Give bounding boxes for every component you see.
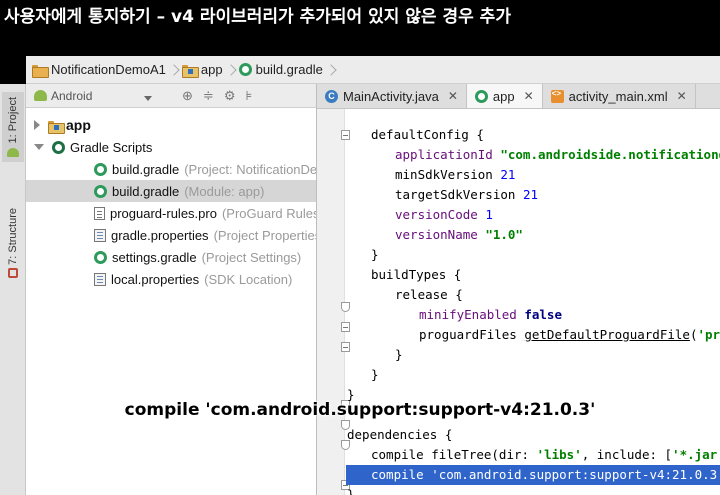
expand-arrow-icon[interactable] (34, 120, 40, 130)
project-view-select[interactable]: Android (26, 89, 158, 103)
tree-item-hint: (SDK Location) (204, 271, 293, 287)
project-toolbar: Android ⊕ ≑ ⚙ ⊧ (26, 84, 316, 108)
hide-icon[interactable]: ⊧ (245, 88, 252, 104)
module-folder-icon (181, 64, 199, 78)
tree-item-label: settings.gradle (112, 249, 197, 265)
code-line: minSdkVersion 21 (395, 167, 516, 182)
android-icon (34, 90, 47, 101)
navigation-breadcrumb: NotificationDemoA1 app build.gradle (26, 56, 720, 84)
tree-item-gradle-scripts[interactable]: Gradle Scripts (26, 136, 316, 158)
gradle-icon (52, 140, 65, 154)
video-caption-title: 사용자에게 통지하기 – v4 라이브러리가 추가되어 있지 않은 경우 추가 (0, 0, 720, 34)
structure-icon (8, 268, 18, 279)
side-tab-project[interactable]: 1: Project (2, 92, 24, 162)
close-icon[interactable]: ✕ (524, 89, 534, 103)
code-line: } (347, 487, 355, 495)
gear-icon[interactable]: ⚙ (224, 88, 236, 104)
properties-file-icon (94, 272, 106, 286)
code-line: targetSdkVersion 21 (395, 187, 538, 202)
tree-item-hint: (Project Properties) (213, 227, 316, 243)
close-icon[interactable]: ✕ (448, 89, 458, 103)
code-line: defaultConfig { (371, 127, 484, 142)
collapse-icon[interactable]: ≑ (203, 88, 214, 104)
tree-item-local-properties[interactable]: local.properties (SDK Location) (26, 268, 316, 290)
code-line-selected: compile 'com.android.support:support-v4:… (346, 465, 720, 485)
code-line: compile fileTree(dir: 'libs', include: [… (371, 447, 720, 462)
tree-item-build-gradle-module[interactable]: build.gradle (Module: app) (26, 180, 316, 202)
breadcrumb-file[interactable]: build.gradle (238, 62, 339, 77)
android-icon (7, 147, 19, 157)
tab-label: app (492, 88, 515, 104)
tree-item-hint: (Project: NotificationDem (184, 161, 316, 177)
tree-item-label: Gradle Scripts (70, 139, 153, 155)
tree-item-gradle-properties[interactable]: gradle.properties (Project Properties) (26, 224, 316, 246)
breadcrumb-project[interactable]: NotificationDemoA1 (32, 62, 182, 78)
text-file-icon (94, 206, 105, 220)
tab-main-activity[interactable]: C MainActivity.java ✕ (317, 84, 467, 108)
tool-window-strip: 1: Project 7: Structure (0, 84, 26, 495)
code-editor[interactable]: defaultConfig { applicationId "com.andro… (317, 109, 720, 495)
code-line: versionCode 1 (395, 207, 493, 222)
code-line: } (371, 247, 379, 262)
tree-item-label: proguard-rules.pro (110, 205, 217, 221)
android-studio-window: NotificationDemoA1 app build.gradle 1: P… (0, 56, 720, 495)
tree-item-label: app (66, 117, 91, 133)
breadcrumb-project-label: NotificationDemoA1 (51, 62, 166, 77)
code-line: versionName "1.0" (395, 227, 523, 242)
close-icon[interactable]: ✕ (677, 89, 687, 103)
project-tree: app Gradle Scripts build.gradle (Project… (26, 108, 316, 495)
collapse-arrow-icon[interactable] (34, 144, 44, 150)
tab-label: MainActivity.java (343, 88, 439, 104)
java-class-icon: C (325, 89, 338, 103)
editor-tab-bar: C MainActivity.java ✕ app ✕ activity_mai… (317, 84, 720, 109)
tree-item-settings-gradle[interactable]: settings.gradle (Project Settings) (26, 246, 316, 268)
side-tab-structure[interactable]: 7: Structure (2, 204, 24, 282)
tree-item-label: build.gradle (112, 183, 180, 199)
project-folder-icon (32, 64, 49, 78)
breadcrumb-module[interactable]: app (181, 62, 239, 78)
code-line: minifyEnabled false (419, 307, 562, 322)
side-tab-project-label: 1: Project (7, 97, 19, 144)
gradle-file-icon (238, 63, 252, 76)
tab-label: activity_main.xml (568, 88, 668, 104)
xml-file-icon (550, 89, 564, 103)
project-view-label: Android (51, 88, 93, 103)
tree-item-label: gradle.properties (111, 227, 209, 243)
gradle-file-icon (474, 89, 488, 103)
code-line: buildTypes { (371, 267, 462, 282)
code-line: proguardFiles getDefaultProguardFile('pr… (419, 327, 720, 342)
tree-item-proguard-rules[interactable]: proguard-rules.pro (ProGuard Rules f (26, 202, 316, 224)
tree-item-label: build.gradle (112, 161, 180, 177)
tree-item-hint: (Module: app) (184, 183, 265, 199)
module-folder-icon (48, 120, 65, 134)
code-line: } (371, 367, 379, 382)
code-line: release { (395, 287, 463, 302)
gradle-file-icon (94, 162, 107, 176)
tab-app-gradle[interactable]: app ✕ (466, 84, 543, 108)
tab-activity-main-xml[interactable]: activity_main.xml ✕ (543, 84, 696, 108)
tree-item-label: local.properties (111, 271, 200, 287)
target-icon[interactable]: ⊕ (182, 88, 193, 104)
breadcrumb-file-label: build.gradle (255, 62, 323, 77)
properties-file-icon (94, 228, 106, 242)
tree-item-app[interactable]: app (26, 114, 316, 136)
gradle-file-icon (94, 184, 107, 198)
video-caption-overlay: compile 'com.android.support:support-v4:… (124, 400, 596, 420)
code-line: dependencies { (347, 427, 453, 442)
side-tab-structure-label: 7: Structure (7, 207, 19, 265)
tree-item-hint: (Project Settings) (201, 249, 302, 265)
chevron-down-icon (144, 95, 152, 101)
tree-item-build-gradle-project[interactable]: build.gradle (Project: NotificationDem (26, 158, 316, 180)
code-line: applicationId "com.androidside.notificat… (395, 147, 720, 162)
code-line: } (395, 347, 403, 362)
tree-item-hint: (ProGuard Rules f (221, 205, 316, 221)
breadcrumb-module-label: app (200, 62, 223, 77)
gradle-file-icon (94, 250, 107, 264)
